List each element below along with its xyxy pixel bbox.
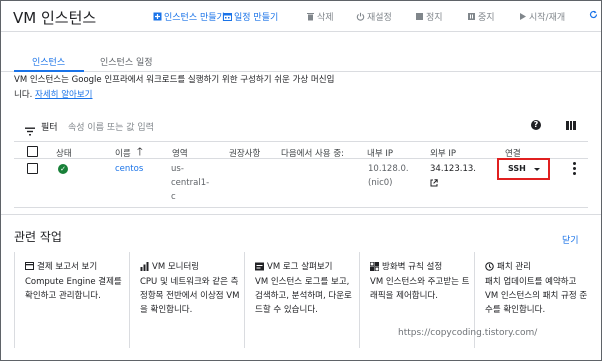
hide-related-link[interactable]: 닫기	[562, 233, 579, 246]
trash-icon	[306, 12, 315, 21]
card-body: Compute Engine 결제를 확인하고 관리합니다.	[25, 277, 122, 301]
filter-bar: 필터 속성 이름 또는 값 입력 ?	[14, 112, 588, 142]
page-title: VM 인스턴스	[13, 9, 97, 27]
card-title: VM 모니터링	[152, 262, 200, 272]
card-logs[interactable]: VM 로그 살펴보기 VM 인스턴스 로그를 보고, 검색하고, 분석하며, 다…	[244, 252, 358, 348]
tab-bar: 인스턴스 인스턴스 일정	[1, 32, 601, 72]
instance-name-link[interactable]: centos	[115, 162, 143, 176]
stop-icon	[415, 12, 424, 21]
delete-button[interactable]: 삭제	[306, 10, 334, 23]
create-instance-button[interactable]: 인스턴스 만들기	[153, 10, 225, 23]
tab-instance-schedules[interactable]: 인스턴스 일정	[100, 55, 153, 68]
suspend-button[interactable]: 중지	[467, 10, 495, 23]
play-icon	[518, 12, 527, 21]
zone-cell: us- central1- c	[171, 164, 210, 202]
card-title: 패치 관리	[497, 262, 531, 272]
description-line-1: VM 인스턴스는 Google 인프라에서 워크로드를 실행하기 위한 구성하기…	[14, 75, 335, 85]
start-resume-button[interactable]: 시작/재개	[518, 10, 565, 23]
active-tab-indicator	[14, 70, 84, 72]
stop-button[interactable]: 정지	[415, 10, 443, 23]
calendar-icon	[223, 12, 232, 21]
firewall-icon	[370, 261, 379, 271]
learn-more-link[interactable]: 자세히 알아보기	[35, 90, 92, 100]
tab-instances[interactable]: 인스턴스	[32, 55, 65, 68]
power-icon	[356, 12, 365, 21]
column-display-icon[interactable]	[566, 121, 577, 130]
patch-icon	[485, 261, 494, 271]
row-divider	[14, 207, 588, 208]
refresh-icon	[589, 10, 598, 19]
dropdown-caret-icon[interactable]	[534, 168, 540, 171]
row-checkbox[interactable]	[27, 163, 38, 174]
top-toolbar: VM 인스턴스 인스턴스 만들기 일정 만들기 삭제 재설정 정지 중지 시작/…	[1, 1, 601, 32]
create-schedule-button[interactable]: 일정 만들기	[223, 10, 278, 23]
description-line-2: 니다.	[14, 90, 33, 100]
add-box-icon	[153, 12, 162, 21]
filter-icon[interactable]	[25, 121, 35, 136]
filter-input[interactable]: 속성 이름 또는 값 입력	[68, 120, 154, 133]
filter-label: 필터	[41, 123, 58, 133]
card-title: VM 로그 살펴보기	[267, 262, 333, 272]
arrow-up-icon[interactable]: 🡑	[137, 143, 143, 162]
card-body: VM 인스턴스 로그를 보고, 검색하고, 분석하며, 다운로드할 수 있습니다…	[255, 277, 352, 315]
reset-button[interactable]: 재설정	[356, 10, 392, 23]
select-all-checkbox[interactable]	[27, 146, 38, 157]
card-body: VM 인스턴스와 주고받는 트래픽을 제어합니다.	[370, 277, 470, 301]
open-external-icon[interactable]	[430, 179, 438, 189]
monitoring-icon	[140, 261, 149, 271]
section-divider	[1, 214, 601, 215]
card-title: 결제 보고서 보기	[37, 262, 98, 272]
internal-ip-cell: 10.128.0. (nic0)	[368, 164, 409, 188]
card-monitoring[interactable]: VM 모니터링 CPU 및 네트워크와 같은 측정항목 전반에서 이상점 VM을…	[129, 252, 243, 348]
help-icon[interactable]: ?	[531, 120, 541, 130]
card-title: 방화벽 규칙 설정	[382, 262, 443, 272]
more-actions-icon[interactable]	[572, 162, 576, 175]
page-description: VM 인스턴스는 Google 인프라에서 워크로드를 실행하기 위한 구성하기…	[14, 73, 374, 103]
watermark-text: https://copycoding.tistory.com/	[398, 328, 538, 338]
ssh-connect-button[interactable]: SSH	[503, 162, 547, 177]
related-actions-title: 관련 작업	[14, 230, 62, 244]
logs-icon	[255, 262, 264, 271]
pause-icon	[467, 12, 476, 21]
refresh-button[interactable]	[589, 10, 598, 19]
card-body: 패치 업데이트를 예약하고 VM 인스턴스의 패치 규정 준수를 확인합니다.	[485, 277, 588, 315]
external-ip-cell: 34.123.13.	[430, 164, 476, 174]
billing-icon	[25, 262, 34, 271]
running-status-icon: ✓	[58, 164, 68, 174]
card-billing[interactable]: 결제 보고서 보기 Compute Engine 결제를 확인하고 관리합니다.	[14, 252, 128, 348]
card-body: CPU 및 네트워크와 같은 측정항목 전반에서 이상점 VM을 확인합니다.	[140, 277, 240, 315]
